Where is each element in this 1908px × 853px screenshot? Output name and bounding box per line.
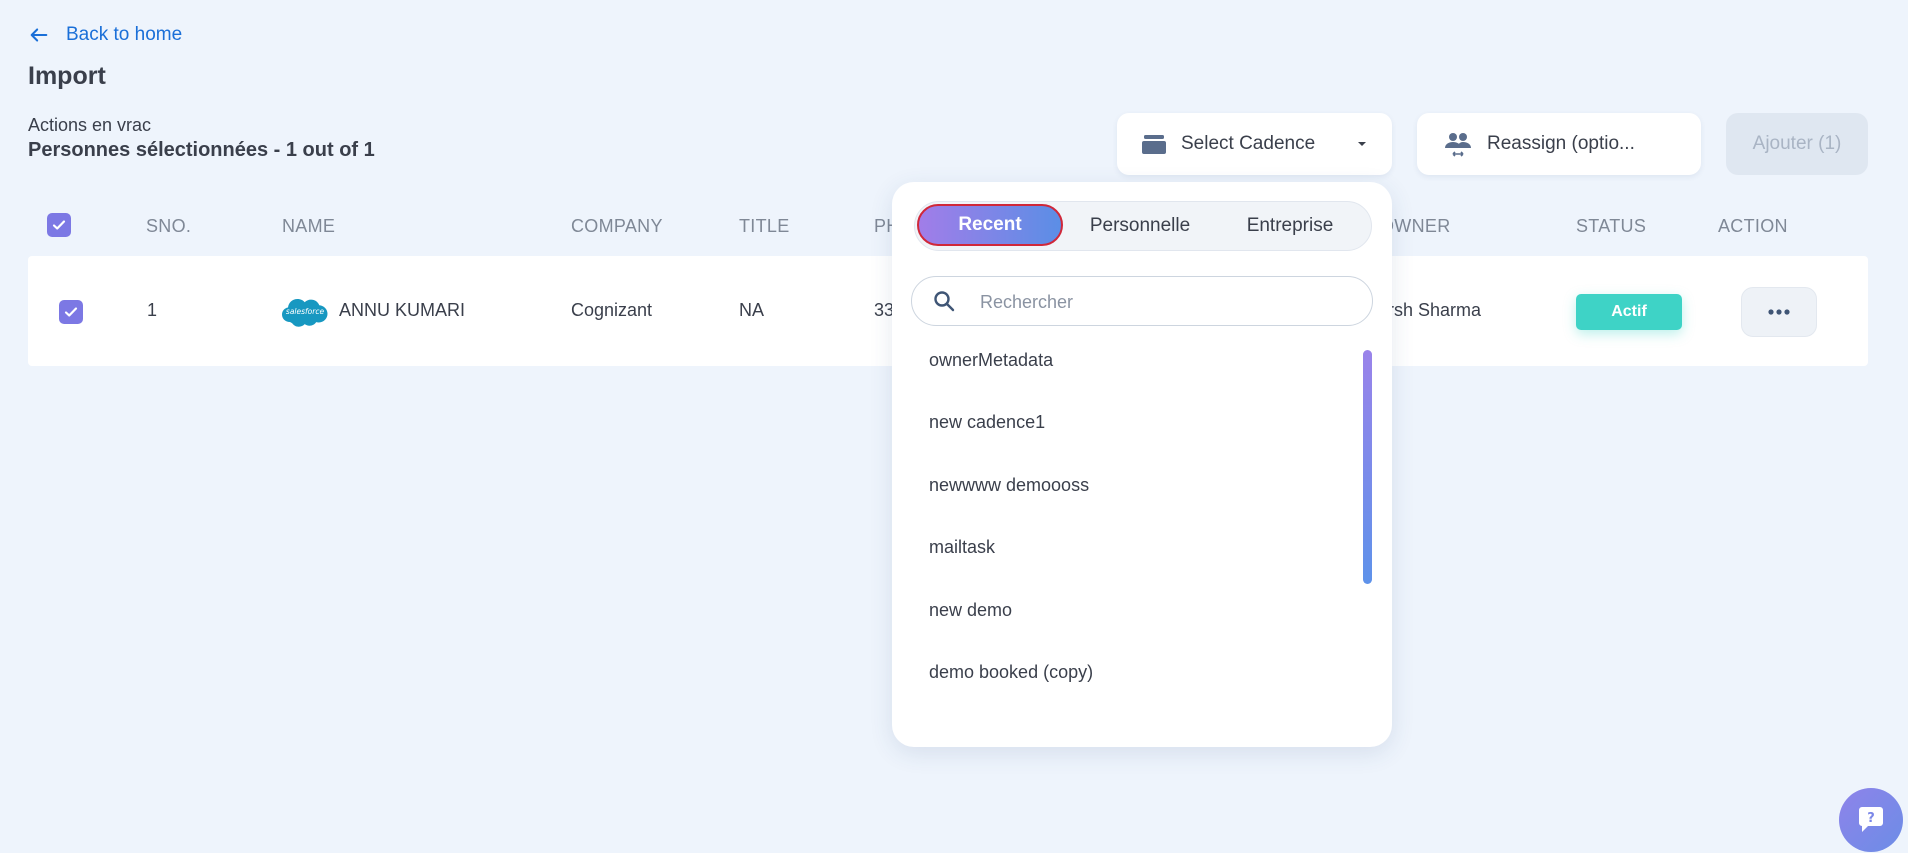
row-name: ANNU KUMARI [339, 300, 466, 320]
search-icon [934, 291, 955, 312]
column-header-company: COMPANY [571, 216, 663, 236]
row-actions-button[interactable] [1741, 287, 1817, 337]
column-header-sno: SNO. [146, 216, 192, 236]
row-company: Cognizant [571, 300, 653, 320]
bulk-actions-caption: Actions en vrac [28, 115, 152, 135]
reassign-label: Reassign (optio... [1487, 133, 1635, 154]
back-to-home-label: Back to home [66, 24, 183, 45]
page-title: Import [28, 62, 106, 90]
svg-text:salesforce: salesforce [286, 307, 325, 316]
row-owner: rsh Sharma [1388, 300, 1482, 320]
tab-personnelle[interactable]: Personnelle [1065, 202, 1215, 250]
select-all-checkbox[interactable] [47, 213, 71, 237]
tab-entreprise[interactable]: Entreprise [1215, 202, 1365, 250]
users-swap-icon [1445, 133, 1471, 157]
selected-count-text: Personnes sélectionnées - 1 out of 1 [28, 139, 375, 161]
row-title: NA [739, 300, 765, 320]
salesforce-logo-icon: salesforce [282, 299, 328, 327]
select-cadence-label: Select Cadence [1181, 133, 1316, 154]
check-icon [64, 307, 78, 317]
cadence-item[interactable]: demo booked (copy) [929, 662, 1093, 683]
status-badge: Actif [1576, 294, 1682, 330]
more-horizontal-icon [1768, 309, 1790, 315]
cadence-item[interactable]: new cadence1 [929, 412, 1045, 433]
back-to-home-link[interactable]: Back to home [28, 24, 182, 46]
reassign-button[interactable]: Reassign (optio... [1417, 113, 1701, 175]
help-chat-button[interactable]: ? [1839, 788, 1903, 852]
list-scrollbar[interactable] [1363, 350, 1372, 584]
cadence-item[interactable]: new demo [929, 600, 1012, 621]
add-button[interactable]: Ajouter (1) [1726, 113, 1868, 175]
cadence-item[interactable]: newwww demoooss [929, 475, 1089, 496]
row-sno: 1 [147, 300, 158, 320]
check-icon [52, 220, 66, 230]
column-header-name: NAME [282, 216, 336, 236]
stack-icon [1142, 135, 1166, 154]
cadence-dropdown: Recent Personnelle Entreprise ownerMetad… [892, 182, 1392, 747]
column-header-action: ACTION [1718, 216, 1788, 236]
column-header-status: STATUS [1576, 216, 1647, 236]
chat-help-icon: ? [1859, 807, 1883, 832]
caret-down-icon [1358, 142, 1366, 146]
row-checkbox[interactable] [59, 300, 83, 324]
cadence-item[interactable]: ownerMetadata [929, 350, 1053, 371]
tab-recent[interactable]: Recent [917, 204, 1063, 246]
cadence-item[interactable]: mailtask [929, 537, 995, 558]
cadence-tabs: Recent Personnelle Entreprise [914, 201, 1372, 251]
column-header-title: TITLE [739, 216, 790, 236]
select-cadence-button[interactable]: Select Cadence [1117, 113, 1392, 175]
svg-text:?: ? [1867, 811, 1875, 826]
search-input[interactable] [978, 285, 1352, 319]
arrow-left-icon [30, 28, 48, 42]
cadence-search [911, 276, 1373, 326]
